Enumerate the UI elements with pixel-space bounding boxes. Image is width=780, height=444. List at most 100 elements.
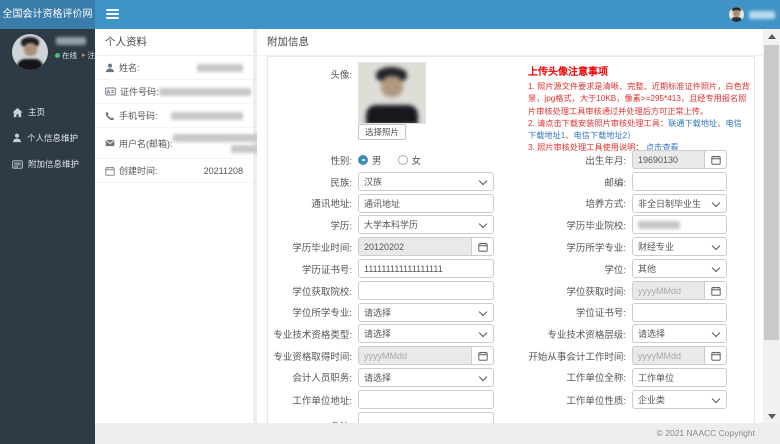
gender-radio-1[interactable]: 女 (397, 153, 422, 167)
hamburger-icon[interactable] (106, 9, 119, 20)
sidebar-item-home[interactable]: 主页 (0, 99, 95, 125)
form-field-label: 工作单位性质: (566, 395, 626, 407)
form-row: 学位获取院校: 学位获取时间: (268, 281, 754, 301)
form-field-cell (358, 237, 494, 257)
profile-row: 创建时间: 20211208 (95, 159, 253, 183)
nation-select[interactable]: 汉族 (358, 172, 494, 192)
birth-date-input[interactable] (632, 150, 705, 169)
calendar-icon (105, 166, 115, 176)
form-field-cell: 请选择 (358, 302, 494, 322)
notice-item-2-label: 2. 请点击下载安装照片审核处理工具： (528, 118, 669, 128)
additional-info-panel: 附加信息 头像: 选择照片 上传头像注意事项 1. 照片源文件要求是清晰、完整、… (257, 29, 763, 423)
training-type-select[interactable]: 非全日制毕业生 (632, 193, 727, 213)
scroll-down-arrow[interactable] (763, 408, 780, 423)
form-row: 学位所学专业: 请选择 学位证书号: (268, 302, 754, 323)
form-field-label: 专业技术资格类型: (273, 329, 352, 341)
calendar-icon[interactable] (472, 346, 494, 366)
degree-school-input[interactable] (358, 281, 494, 301)
edu-graduate-time-input[interactable] (358, 237, 472, 257)
form-field-label: 学位证书号: (575, 308, 626, 320)
degree-cert-no-input[interactable] (632, 303, 727, 323)
choose-photo-button[interactable]: 选择照片 (358, 124, 406, 140)
redacted-value (172, 133, 265, 142)
form-field-label: 学历证书号: (301, 264, 352, 276)
postcode-input[interactable] (632, 172, 727, 192)
redacted-value (638, 220, 680, 229)
form-field-cell: 财经专业 (632, 237, 727, 257)
work-unit-address-input[interactable] (358, 390, 494, 410)
download-link[interactable]: 电信下载地址2） (574, 131, 636, 140)
edu-graduate-time-date-group (358, 237, 494, 257)
profile-field-label: 创建时间: (119, 166, 158, 176)
card-icon (12, 159, 23, 170)
vertical-scrollbar[interactable] (763, 29, 780, 423)
sidebar-item-additional-info[interactable]: 附加信息维护 (0, 151, 95, 177)
work-unit-name-input[interactable] (632, 367, 727, 387)
degree-time-input[interactable] (632, 281, 705, 301)
form-row: 专业资格取得时间: 开始从事会计工作时间: (268, 346, 754, 366)
form-row: 学历毕业时间: 学历所学专业: 财经专业 (268, 237, 754, 257)
notice-title: 上传头像注意事项 (528, 67, 608, 78)
redacted-value (171, 111, 243, 120)
birth-date-date-group (632, 150, 727, 169)
form-field-label: 学历所学专业: (566, 242, 626, 254)
calendar-icon[interactable] (705, 150, 727, 169)
sidebar: 在线 ▸ 注销 主页个人信息维护附加信息维护 (0, 29, 103, 444)
form-field-label: 学位获取院校: (292, 286, 352, 298)
form-row: 备注: (268, 411, 754, 423)
education-select[interactable]: 大学本科学历 (358, 215, 494, 235)
accounting-start-time-input[interactable] (632, 346, 705, 366)
chevron-down-icon (711, 263, 721, 273)
form-field-cell: 企业类 (632, 390, 727, 410)
calendar-icon[interactable] (705, 346, 727, 366)
form-field-cell: 请选择 (358, 324, 494, 344)
chevron-down-icon (711, 329, 721, 338)
form-row: 性别: 男女出生年月: (268, 150, 754, 169)
gender-radio-0[interactable]: 男 (358, 153, 382, 167)
form-row: 会计人员职务: 请选择 工作单位全称: (268, 367, 754, 387)
accountant-duty-select[interactable]: 请选择 (358, 367, 494, 387)
form-field-label: 学历毕业时间: (292, 242, 352, 254)
sidebar-item-personal-info[interactable]: 个人信息维护 (0, 125, 95, 151)
form-field-label: 学历: (330, 220, 352, 232)
scrollbar-thumb[interactable] (764, 45, 779, 340)
prof-qual-type-select[interactable]: 请选择 (358, 324, 494, 344)
form-field-label: 民族: (330, 177, 352, 189)
navbar-user-menu[interactable] (729, 0, 775, 29)
form-field-label: 邮编: (604, 177, 626, 189)
download-link[interactable]: 联通下载地址 (668, 119, 717, 128)
sidebar-user-panel: 在线 ▸ 注销 (0, 29, 103, 81)
calendar-icon[interactable] (472, 237, 494, 257)
prof-qual-level-select[interactable]: 请选择 (632, 324, 727, 344)
form-container: 头像: 选择照片 上传头像注意事项 1. 照片源文件要求是清晰、完整、近期标准证… (267, 56, 755, 423)
edu-major-select[interactable]: 财经专业 (632, 237, 727, 257)
form-field-label: 工作单位全称: (566, 373, 626, 385)
chevron-down-icon (478, 307, 488, 317)
remark-textarea[interactable] (358, 411, 494, 423)
form-field-label: 学位获取时间: (566, 286, 626, 298)
mail-address-input[interactable] (358, 193, 494, 213)
form-field-label: 学位: (604, 264, 626, 276)
edu-cert-no-input[interactable] (358, 259, 494, 279)
radio-selected-icon (358, 154, 368, 165)
notice-item-1: 1. 照片源文件要求是清晰、完整、近期标准证件照片，白色背景，jpg格式，大于1… (528, 82, 750, 116)
degree-major-select[interactable]: 请选择 (358, 302, 494, 322)
calendar-icon[interactable] (705, 281, 727, 301)
radio-label: 女 (411, 155, 422, 167)
profile-panel-title: 个人资料 (95, 29, 253, 56)
envelope-icon (105, 138, 115, 148)
degree-select[interactable]: 其他 (632, 259, 727, 279)
prof-qual-time-input[interactable] (358, 346, 472, 366)
additional-info-title: 附加信息 (257, 29, 763, 56)
form-field-label: 工作单位地址: (292, 395, 352, 407)
work-unit-type-select[interactable]: 企业类 (632, 390, 727, 410)
online-status-label: 在线 (62, 51, 77, 60)
radio-icon (397, 154, 408, 165)
form-field-cell (632, 172, 727, 192)
brand-logo[interactable]: 全国会计资格评价网 (0, 0, 95, 29)
edu-school-input[interactable] (632, 215, 727, 235)
redacted-value (197, 63, 243, 72)
select-value: 其他 (638, 264, 657, 275)
avatar-photo (358, 62, 426, 124)
scroll-up-arrow[interactable] (763, 29, 780, 44)
